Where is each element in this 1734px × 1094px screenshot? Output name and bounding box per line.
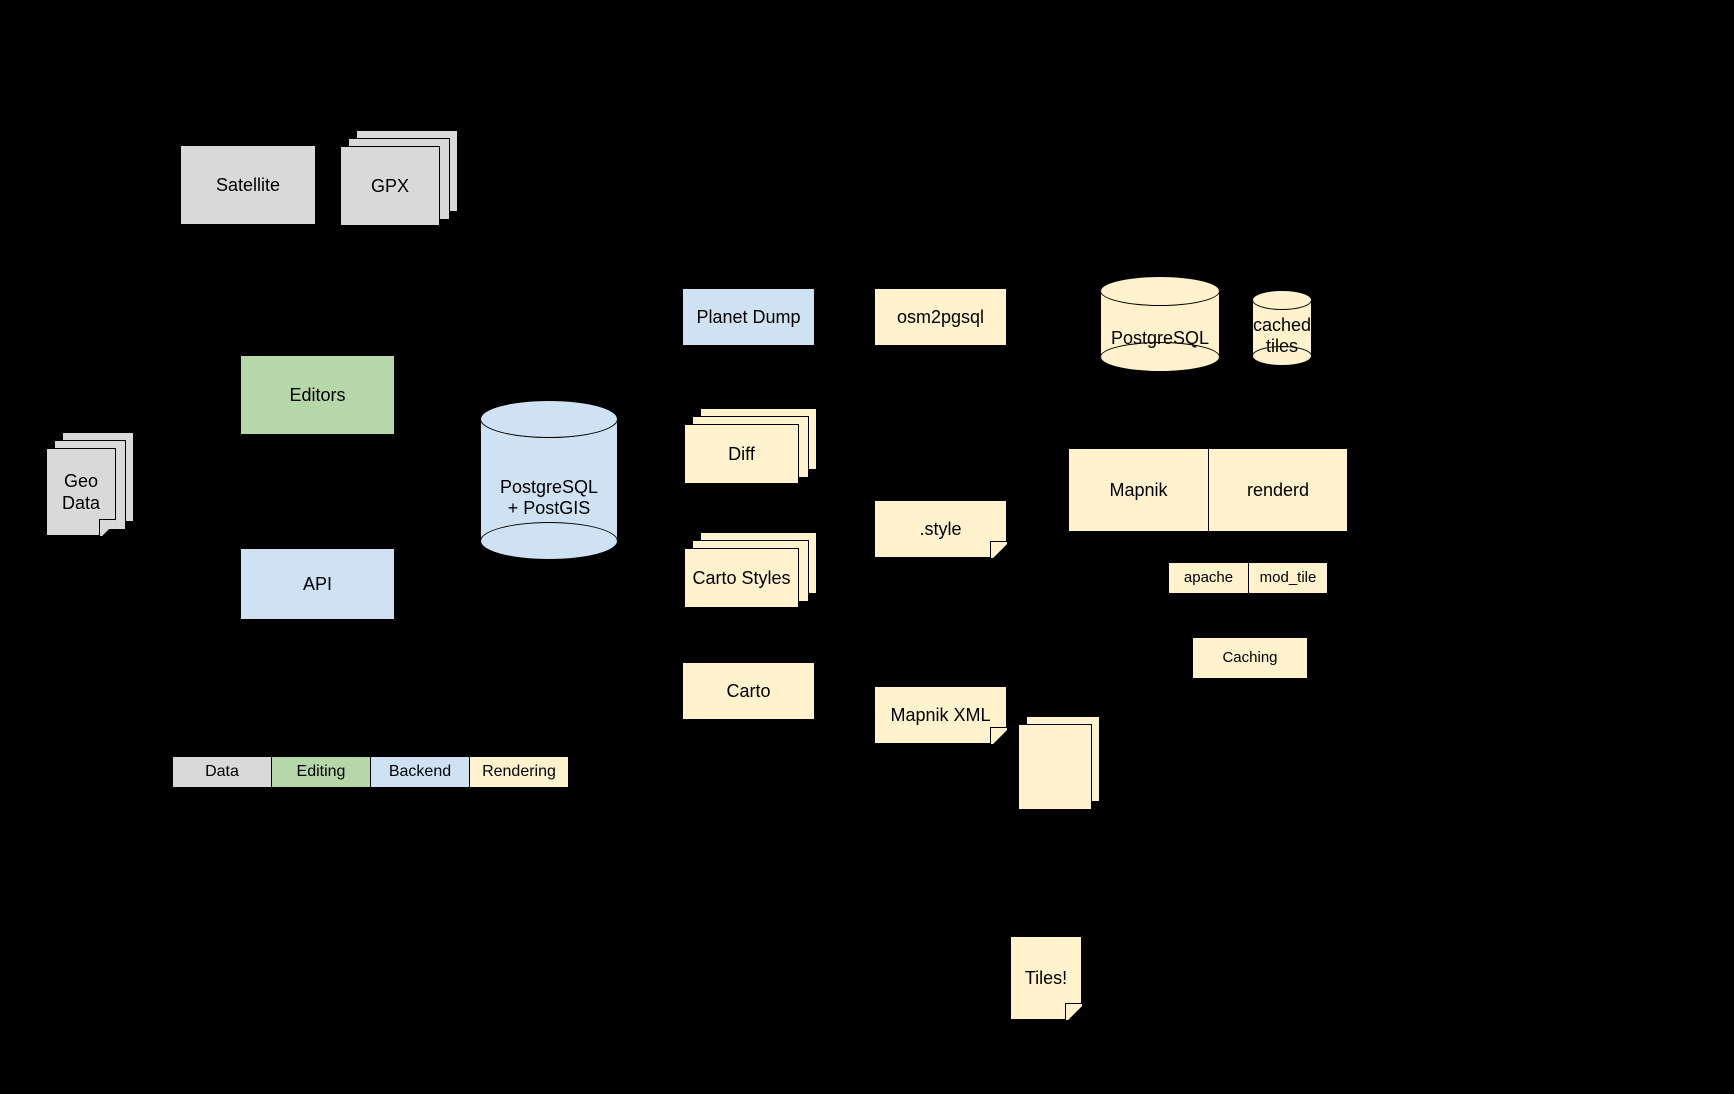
label-l2: tiles [1266, 336, 1298, 357]
label: Caching [1222, 649, 1277, 668]
label: mod_tile [1260, 569, 1317, 588]
label: Editors [289, 384, 345, 407]
label: Planet Dump [696, 306, 800, 329]
label: PostgreSQL [1111, 328, 1209, 349]
label: GPX [371, 175, 409, 198]
node-gpx: GPX [340, 146, 440, 226]
label: Tiles! [1025, 967, 1067, 990]
node-planet-dump: Planet Dump [682, 288, 815, 346]
node-api: API [240, 548, 395, 620]
label-l1: PostgreSQL [500, 477, 598, 498]
label: Carto [726, 680, 770, 703]
label: Mapnik XML [890, 704, 990, 727]
node-carto: Carto [682, 662, 815, 720]
legend-rendering: Rendering [470, 757, 568, 787]
node-tiles: Tiles! [1010, 936, 1082, 1020]
node-renderd: renderd [1208, 448, 1348, 532]
diagram-canvas: Satellite GPX Geo Data Editors API Postg… [0, 0, 1734, 1094]
label: Satellite [216, 174, 280, 197]
node-diff: Diff [684, 424, 799, 484]
label-l2: Data [62, 492, 100, 515]
node-editors: Editors [240, 355, 395, 435]
label: Diff [728, 443, 755, 466]
label-l1: Geo [64, 470, 98, 493]
label-l2: + PostGIS [508, 498, 591, 519]
label: osm2pgsql [897, 306, 984, 329]
node-db-render: PostgreSQL [1100, 276, 1220, 372]
node-cached-tiles: cached tiles [1252, 290, 1312, 366]
node-geodata: Geo Data [46, 448, 116, 536]
node-mod-tile: mod_tile [1248, 562, 1328, 594]
node-tiles-back1 [1018, 724, 1092, 810]
label: API [303, 573, 332, 596]
label-l1: cached [1253, 315, 1311, 336]
node-osm2pgsql: osm2pgsql [874, 288, 1007, 346]
legend-data: Data [173, 757, 272, 787]
node-carto-styles: Carto Styles [684, 548, 799, 608]
label: renderd [1247, 479, 1309, 502]
node-style: .style [874, 500, 1007, 558]
node-mapnik-xml: Mapnik XML [874, 686, 1007, 744]
label: Mapnik [1109, 479, 1167, 502]
node-mapnik: Mapnik [1068, 448, 1208, 532]
node-caching: Caching [1192, 637, 1308, 679]
legend-editing: Editing [272, 757, 371, 787]
node-apache: apache [1168, 562, 1248, 594]
node-db-postgis: PostgreSQL + PostGIS [480, 400, 618, 560]
node-satellite: Satellite [180, 145, 316, 225]
label: .style [919, 518, 961, 541]
label: apache [1184, 569, 1233, 588]
legend: Data Editing Backend Rendering [172, 756, 569, 788]
legend-backend: Backend [371, 757, 470, 787]
label: Carto Styles [692, 567, 790, 590]
